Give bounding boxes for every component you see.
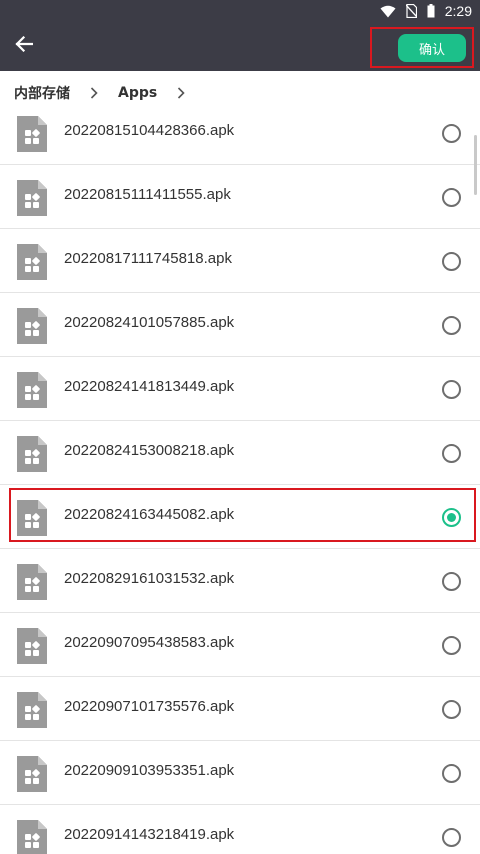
- radio-button[interactable]: [442, 444, 461, 463]
- breadcrumb-apps[interactable]: Apps: [118, 85, 157, 101]
- file-row[interactable]: 20220914143218419.apk: [0, 805, 480, 854]
- radio-button[interactable]: [442, 636, 461, 655]
- scrollbar-thumb[interactable]: [474, 135, 477, 195]
- apk-file-icon: [17, 820, 47, 854]
- apk-file-icon: [17, 436, 47, 472]
- file-row[interactable]: 20220829161031532.apk: [0, 549, 480, 613]
- file-name: 20220817111745818.apk: [64, 250, 232, 267]
- file-row[interactable]: 20220815104428366.apk: [0, 101, 480, 165]
- radio-button-checked[interactable]: [442, 508, 461, 527]
- radio-button[interactable]: [442, 252, 461, 271]
- file-name: 20220824141813449.apk: [64, 378, 235, 395]
- file-row[interactable]: 20220824163445082.apk: [0, 485, 480, 549]
- apk-file-icon: [17, 308, 47, 344]
- radio-button[interactable]: [442, 316, 461, 335]
- radio-button[interactable]: [442, 700, 461, 719]
- status-time: 2:29: [444, 3, 472, 19]
- apk-file-icon: [17, 180, 47, 216]
- apk-file-icon: [17, 372, 47, 408]
- file-name: 20220907095438583.apk: [64, 634, 235, 651]
- apk-file-icon: [17, 116, 47, 152]
- file-row[interactable]: 20220817111745818.apk: [0, 229, 480, 293]
- file-row[interactable]: 20220907101735576.apk: [0, 677, 480, 741]
- file-name: 20220907101735576.apk: [64, 698, 235, 715]
- radio-button[interactable]: [442, 380, 461, 399]
- apk-file-icon: [17, 628, 47, 664]
- file-name: 20220815111411555.apk: [64, 186, 231, 203]
- file-name: 20220824153008218.apk: [64, 442, 235, 459]
- confirm-button[interactable]: 确认: [398, 34, 466, 62]
- wifi-icon: [380, 5, 396, 18]
- file-name: 20220829161031532.apk: [64, 570, 235, 587]
- file-row[interactable]: 20220824153008218.apk: [0, 421, 480, 485]
- file-name: 20220909103953351.apk: [64, 762, 235, 779]
- top-app-bar: 确认: [0, 22, 480, 71]
- file-name: 20220815104428366.apk: [64, 122, 235, 139]
- file-row[interactable]: 20220815111411555.apk: [0, 165, 480, 229]
- apk-file-icon: [17, 564, 47, 600]
- radio-button[interactable]: [442, 572, 461, 591]
- file-row[interactable]: 20220824141813449.apk: [0, 357, 480, 421]
- chevron-right-icon: [177, 86, 185, 99]
- file-list: 20220815104428366.apk 20220815111411555.a…: [0, 101, 480, 854]
- file-name: 20220824101057885.apk: [64, 314, 235, 331]
- confirm-highlight-box: 确认: [370, 27, 474, 68]
- chevron-right-icon: [90, 86, 98, 99]
- file-name: 20220914143218419.apk: [64, 826, 235, 843]
- radio-button[interactable]: [442, 764, 461, 783]
- apk-file-icon: [17, 756, 47, 792]
- status-bar: 2:29: [0, 0, 480, 22]
- file-row[interactable]: 20220907095438583.apk: [0, 613, 480, 677]
- file-row[interactable]: 20220824101057885.apk: [0, 293, 480, 357]
- battery-icon: [427, 4, 435, 18]
- file-name: 20220824163445082.apk: [64, 506, 235, 523]
- radio-button[interactable]: [442, 828, 461, 847]
- apk-file-icon: [17, 692, 47, 728]
- apk-file-icon: [17, 500, 47, 536]
- radio-button[interactable]: [442, 124, 461, 143]
- breadcrumb-internal-storage[interactable]: 内部存储: [14, 83, 70, 103]
- back-button[interactable]: [8, 30, 40, 62]
- file-row[interactable]: 20220909103953351.apk: [0, 741, 480, 805]
- arrow-left-icon: [15, 35, 34, 56]
- no-sim-icon: [405, 4, 417, 18]
- radio-button[interactable]: [442, 188, 461, 207]
- apk-file-icon: [17, 244, 47, 280]
